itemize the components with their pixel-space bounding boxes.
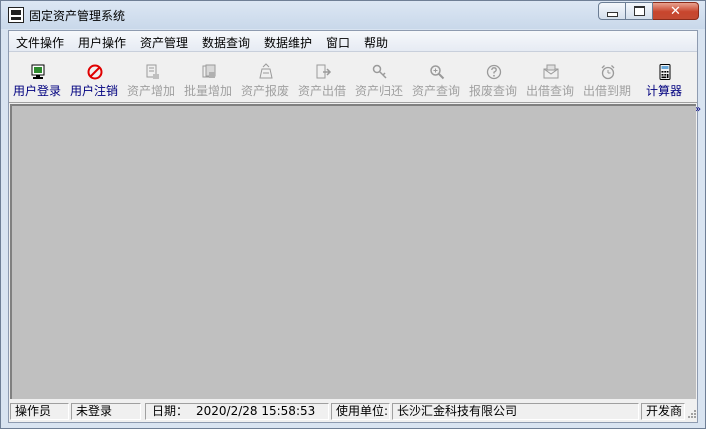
minimize-icon — [606, 11, 618, 17]
asset-return-label: 资产归还 — [354, 84, 403, 98]
menu-query[interactable]: 数据查询 — [202, 34, 250, 51]
lend-query-label: 出借查询 — [525, 84, 574, 98]
lend-icon — [316, 64, 332, 79]
asset-scrap-button[interactable]: 资产报废 — [238, 63, 294, 101]
scrap-query-button[interactable]: 报废查询 — [466, 63, 522, 101]
calculator-icon — [659, 64, 671, 80]
menu-file[interactable]: 文件操作 — [16, 34, 64, 51]
minimize-button[interactable] — [598, 2, 626, 20]
menu-window[interactable]: 窗口 — [326, 34, 350, 51]
batch-add-label: 批量增加 — [183, 84, 232, 98]
mail-icon — [543, 64, 559, 79]
status-operator-label: 操作员 — [10, 403, 69, 420]
title-bar[interactable]: 固定资产管理系统 ✕ — [1, 1, 705, 29]
window-title: 固定资产管理系统 — [29, 9, 126, 23]
status-bar: 操作员 未登录 日期： 2020/2/28 15:58:53 使用单位: 长沙汇金… — [9, 400, 697, 422]
asset-add-button[interactable]: 资产增加 — [124, 63, 180, 101]
status-operator-value: 未登录 — [71, 403, 141, 420]
magnifier-icon — [430, 65, 445, 80]
menu-help[interactable]: 帮助 — [364, 34, 388, 51]
asset-add-label: 资产增加 — [126, 84, 175, 98]
calculator-button[interactable]: 计算器 — [637, 63, 693, 101]
scrap-icon — [259, 63, 273, 79]
asset-query-label: 资产查询 — [411, 84, 460, 98]
batch-add-icon — [202, 64, 216, 78]
login-label: 用户登录 — [12, 84, 61, 98]
lend-query-button[interactable]: 出借查询 — [523, 63, 579, 101]
question-icon — [486, 64, 502, 80]
status-unit-label: 使用单位: — [331, 403, 390, 420]
maximize-button[interactable] — [626, 2, 653, 20]
status-date-label: 日期： — [152, 404, 189, 418]
login-button[interactable]: 用户登录 — [10, 63, 66, 101]
lend-due-button[interactable]: 出借到期 — [580, 63, 636, 101]
logout-button[interactable]: 用户注销 — [67, 63, 123, 101]
window-controls: ✕ — [598, 2, 699, 21]
asset-scrap-label: 资产报废 — [240, 84, 289, 98]
menu-user[interactable]: 用户操作 — [78, 34, 126, 51]
maximize-icon — [633, 6, 645, 16]
key-icon — [372, 64, 387, 79]
asset-lend-label: 资产出借 — [297, 84, 346, 98]
menu-maintain[interactable]: 数据维护 — [264, 34, 312, 51]
logout-label: 用户注销 — [69, 84, 118, 98]
scrap-query-label: 报废查询 — [468, 84, 517, 98]
status-developer-label: 开发商 — [641, 403, 685, 420]
mdi-workspace — [10, 104, 696, 399]
close-button[interactable]: ✕ — [653, 2, 699, 20]
batch-add-button[interactable]: 批量增加 — [181, 63, 237, 101]
asset-query-button[interactable]: 资产查询 — [409, 63, 465, 101]
toolbar: 用户登录 用户注销 资产增加 批量增加 资产报废 资产出借 资产归还 资产查询 … — [9, 52, 701, 115]
alarm-clock-icon — [601, 65, 615, 80]
calculator-label: 计算器 — [645, 84, 682, 98]
monitor-icon — [31, 64, 45, 79]
doc-add-icon — [146, 64, 159, 79]
app-window: 固定资产管理系统 ✕ 文件操作 用户操作 资产管理 数据查询 数据维护 窗口 帮… — [0, 0, 706, 429]
status-date-value: 2020/2/28 15:58:53 — [196, 404, 316, 418]
lend-due-label: 出借到期 — [582, 84, 631, 98]
status-unit-value: 长沙汇金科技有限公司 — [392, 403, 639, 420]
asset-return-button[interactable]: 资产归还 — [352, 63, 408, 101]
menu-bar: 文件操作 用户操作 资产管理 数据查询 数据维护 窗口 帮助 — [9, 31, 697, 52]
resize-grip-icon[interactable] — [685, 409, 697, 421]
asset-lend-button[interactable]: 资产出借 — [295, 63, 351, 101]
menu-asset[interactable]: 资产管理 — [140, 34, 188, 51]
close-icon: ✕ — [670, 3, 681, 19]
client-area: 文件操作 用户操作 资产管理 数据查询 数据维护 窗口 帮助 用户登录 用户注销… — [8, 30, 701, 423]
status-date: 日期： 2020/2/28 15:58:53 — [145, 403, 329, 420]
no-entry-icon — [87, 64, 103, 80]
app-icon[interactable] — [8, 7, 24, 23]
